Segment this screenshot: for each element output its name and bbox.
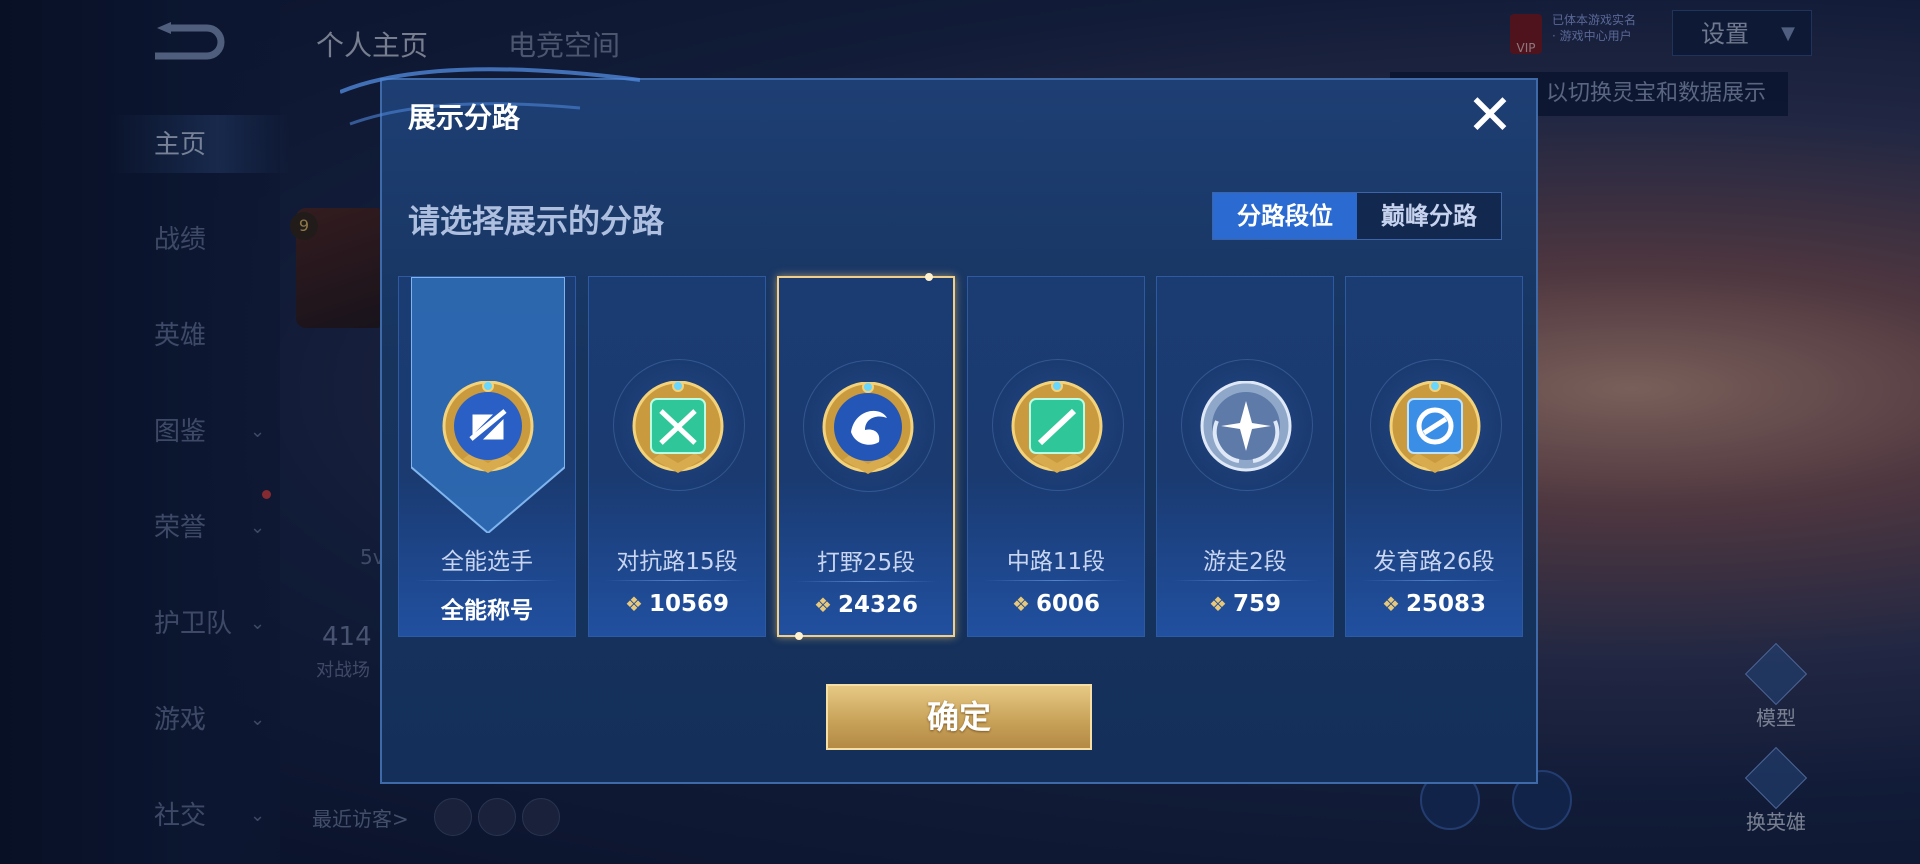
lane-card[interactable]: 发育路26段 ❖ 25083 (1345, 276, 1523, 637)
roam-badge-icon (1200, 381, 1292, 472)
tab-lane-rank[interactable]: 分路段位 (1213, 193, 1357, 239)
lane-card-value: ❖ 10569 (625, 591, 729, 617)
peak-points-icon: ❖ (1382, 592, 1400, 616)
card-divider (984, 580, 1128, 581)
tab-peak-lane[interactable]: 巅峰分路 (1357, 193, 1501, 239)
lane-card-value: 全能称号 (441, 598, 533, 624)
lane-card[interactable]: 对抗路15段 ❖ 10569 (588, 276, 766, 637)
lane-card[interactable]: 中路11段 ❖ 6006 (967, 276, 1145, 637)
lane-card-value: ❖ 759 (1209, 591, 1281, 617)
lane-card-value: ❖ 25083 (1382, 591, 1486, 617)
lane-card-title: 中路11段 (1006, 549, 1106, 575)
card-divider (795, 581, 937, 582)
mid-lane-badge-icon (1011, 381, 1103, 473)
selected-corner-dot (795, 632, 803, 640)
card-divider (605, 580, 749, 581)
lane-card[interactable]: 游走2段 ❖ 759 (1156, 276, 1334, 637)
peak-points-icon: ❖ (1209, 592, 1227, 616)
lane-card-title: 游走2段 (1203, 549, 1287, 575)
lane-card-title: 打野25段 (816, 550, 916, 576)
lane-card[interactable]: 打野25段 ❖ 24326 (777, 273, 955, 640)
farm-lane-badge-icon (1389, 381, 1481, 473)
lane-card-title: 对抗路15段 (616, 549, 738, 575)
jungle-badge-icon (822, 382, 914, 474)
clash-lane-badge-icon (632, 381, 724, 473)
lane-card-value: ❖ 6006 (1012, 591, 1100, 617)
lane-card[interactable]: 全能选手 全能称号 (398, 276, 576, 637)
lane-card-title: 发育路26段 (1373, 549, 1495, 575)
close-icon[interactable]: ✕ (1462, 88, 1518, 144)
confirm-button[interactable]: 确定 (826, 684, 1092, 750)
lane-card-value: ❖ 24326 (814, 592, 918, 618)
all-round-badge-icon (442, 381, 534, 473)
peak-points-icon: ❖ (1012, 592, 1030, 616)
lane-card-title: 全能选手 (441, 549, 533, 575)
card-divider (1362, 580, 1506, 581)
peak-points-icon: ❖ (625, 592, 643, 616)
card-divider (415, 580, 559, 581)
card-divider (1173, 580, 1317, 581)
lane-mode-toggle: 分路段位 巅峰分路 (1212, 192, 1502, 240)
dialog-title: 展示分路 (408, 101, 521, 134)
dialog-prompt: 请选择展示的分路 (408, 202, 665, 240)
peak-points-icon: ❖ (814, 593, 832, 617)
selected-corner-dot (925, 273, 933, 281)
